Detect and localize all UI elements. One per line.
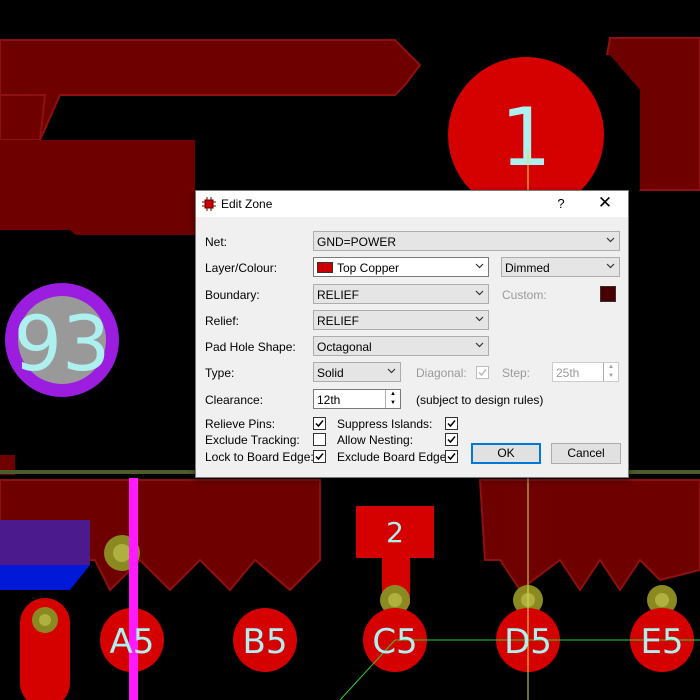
pad-c5-label: C5 [372, 622, 417, 662]
arrow-down-icon: ▼ [608, 373, 614, 379]
zone-left-main [0, 94, 47, 141]
exclude-board-edge-label: Exclude Board Edge: [337, 450, 450, 464]
pad-b5-label: B5 [243, 622, 288, 662]
help-button[interactable]: ? [551, 196, 571, 211]
layer-color-swatch [317, 262, 333, 273]
diagonal-checkbox[interactable] [476, 366, 489, 379]
dialog-titlebar[interactable]: Edit Zone ? ✕ [196, 191, 628, 217]
display-mode-value: Dimmed [505, 261, 550, 275]
exclude-board-edge-checkbox[interactable] [445, 450, 458, 463]
type-value: Solid [317, 366, 344, 380]
diagonal-label: Diagonal: [416, 366, 467, 380]
suppress-islands-checkbox[interactable] [445, 417, 458, 430]
checkmark-icon [478, 369, 487, 377]
cancel-button[interactable]: Cancel [551, 443, 621, 464]
chevron-down-icon [475, 316, 484, 322]
custom-color-button[interactable] [600, 286, 616, 302]
layer-value: Top Copper [337, 261, 400, 275]
clearance-spin-buttons[interactable]: ▲ ▼ [385, 390, 400, 408]
chevron-down-icon [387, 368, 396, 374]
chevron-down-icon [475, 263, 484, 269]
layer-select[interactable]: Top Copper [313, 257, 489, 277]
checkmark-icon [315, 453, 324, 461]
boundary-value: RELIEF [317, 288, 360, 302]
pad-d5-label: D5 [504, 622, 552, 662]
pad-2-label: 2 [386, 516, 404, 549]
relieve-pins-checkbox[interactable] [313, 417, 326, 430]
step-label: Step: [502, 366, 531, 380]
net-value: GND=POWER [317, 235, 397, 249]
custom-label: Custom: [502, 288, 547, 302]
type-select[interactable]: Solid [313, 362, 401, 382]
display-mode-select[interactable]: Dimmed [501, 257, 620, 277]
type-label: Type: [205, 366, 235, 380]
relief-value: RELIEF [317, 314, 360, 328]
exclude-tracking-label: Exclude Tracking: [205, 433, 300, 447]
arrow-up-icon: ▲ [390, 391, 396, 397]
pad-hole-shape-select[interactable]: Octagonal [313, 336, 489, 356]
relief-label: Relief: [205, 314, 240, 328]
relieve-pins-label: Relieve Pins: [205, 417, 276, 431]
chevron-down-icon [606, 263, 615, 269]
boundary-select[interactable]: RELIEF [313, 284, 489, 304]
lock-to-board-edge-checkbox[interactable] [313, 450, 326, 463]
pad-hole-shape-label: Pad Hole Shape: [205, 340, 296, 354]
clearance-value: 12th [317, 393, 341, 407]
checkmark-icon [447, 436, 456, 444]
chevron-down-icon [475, 342, 484, 348]
clearance-spinner[interactable]: 12th ▲ ▼ [313, 389, 401, 409]
exclude-tracking-checkbox[interactable] [313, 433, 326, 446]
close-button[interactable]: ✕ [593, 193, 617, 213]
clearance-note: (subject to design rules) [416, 393, 544, 407]
pad-1-label: 1 [501, 91, 552, 184]
suppress-islands-label: Suppress Islands: [337, 417, 433, 431]
ok-button[interactable]: OK [471, 443, 541, 464]
allow-nesting-checkbox[interactable] [445, 433, 458, 446]
chip-icon [202, 197, 216, 211]
step-spin-buttons[interactable]: ▲ ▼ [603, 363, 618, 381]
arrow-up-icon: ▲ [608, 364, 614, 370]
relief-select[interactable]: RELIEF [313, 310, 489, 330]
pad-e5-label: E5 [640, 622, 683, 662]
checkmark-icon [447, 453, 456, 461]
boundary-label: Boundary: [205, 288, 260, 302]
arrow-down-icon: ▼ [390, 400, 396, 406]
pad-93-label: 93 [14, 299, 111, 388]
net-label: Net: [205, 235, 228, 249]
step-spinner[interactable]: 25th ▲ ▼ [552, 362, 619, 382]
net-select[interactable]: GND=POWER [313, 231, 620, 251]
zone-bottom-right [478, 479, 700, 592]
checkmark-icon [315, 420, 324, 428]
pad-hole-shape-value: Octagonal [317, 340, 372, 354]
dialog-title: Edit Zone [221, 197, 273, 211]
step-value: 25th [556, 366, 580, 380]
checkmark-icon [447, 420, 456, 428]
clearance-label: Clearance: [205, 393, 264, 407]
layer-label: Layer/Colour: [205, 261, 278, 275]
allow-nesting-label: Allow Nesting: [337, 433, 414, 447]
edit-zone-dialog: Edit Zone ? ✕ Net: GND=POWER Layer/Colou… [195, 190, 629, 478]
chevron-down-icon [475, 290, 484, 296]
pad-a5-label: A5 [110, 622, 155, 662]
chevron-down-icon [606, 237, 615, 243]
lock-to-board-edge-label: Lock to Board Edge: [205, 450, 314, 464]
